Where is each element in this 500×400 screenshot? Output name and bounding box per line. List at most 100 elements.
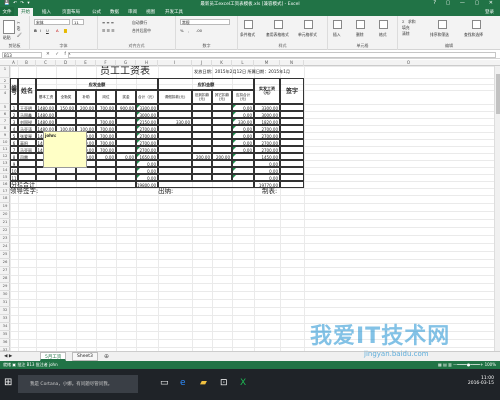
subheader[interactable]: 合计（元） bbox=[136, 90, 158, 104]
underline-button[interactable]: U bbox=[46, 28, 49, 33]
sheet-tab-may-salary[interactable]: 5月工资 bbox=[40, 352, 67, 361]
value-cell[interactable]: 1820.00 bbox=[254, 118, 280, 125]
value-cell[interactable] bbox=[116, 167, 136, 174]
sign-cell[interactable] bbox=[280, 139, 304, 146]
tab-insert[interactable]: 插入 bbox=[42, 9, 51, 15]
clear-button[interactable]: 清除 bbox=[402, 31, 410, 37]
value-cell[interactable] bbox=[116, 118, 136, 125]
value-cell[interactable] bbox=[212, 167, 232, 174]
vertical-scrollbar[interactable] bbox=[494, 66, 500, 351]
row-number-cell[interactable]: 1 bbox=[10, 104, 18, 111]
row-number-cell[interactable]: 9 bbox=[10, 160, 18, 167]
row-number-cell[interactable]: 6 bbox=[10, 139, 18, 146]
value-cell[interactable]: 330.00 bbox=[158, 118, 192, 125]
worksheet-grid[interactable]: 员工工资表 发放日期：2015年2月12日 所属日期：2015年1月 编号 姓名 应发金… bbox=[10, 66, 494, 351]
subheader[interactable]: 全勤奖 bbox=[56, 90, 76, 104]
value-cell[interactable]: 0.00 bbox=[254, 160, 280, 167]
zoom-controls[interactable]: ▦ ▤ ▥ —━━━━●━━━━+ 100% bbox=[438, 362, 496, 367]
tab-formulas[interactable]: 公式 bbox=[92, 9, 101, 15]
cortana-search-box[interactable]: 我是 Cortana，小娜。有问题尽管问我。 bbox=[18, 375, 138, 393]
value-cell[interactable] bbox=[192, 125, 212, 132]
format-painter-icon[interactable]: 🖌 bbox=[17, 32, 22, 37]
row-header[interactable]: 20 bbox=[0, 211, 10, 219]
value-cell[interactable] bbox=[36, 167, 56, 174]
row-header[interactable]: 27 bbox=[0, 267, 10, 275]
subheader[interactable]: 奖金 bbox=[116, 90, 136, 104]
sign-cell[interactable] bbox=[280, 104, 304, 111]
decimal-button[interactable]: .00 bbox=[196, 28, 202, 33]
font-size-select[interactable]: 11 bbox=[72, 19, 84, 25]
header-sign[interactable]: 签字 bbox=[280, 78, 304, 104]
value-cell[interactable] bbox=[192, 139, 212, 146]
value-cell[interactable] bbox=[116, 139, 136, 146]
row-header[interactable]: 4 bbox=[0, 90, 10, 104]
value-cell[interactable]: 2700.00 bbox=[254, 146, 280, 153]
row-header[interactable]: 25 bbox=[0, 251, 10, 259]
value-cell[interactable]: 200.00 bbox=[212, 153, 232, 160]
value-cell[interactable] bbox=[158, 153, 192, 160]
sign-cell[interactable] bbox=[280, 118, 304, 125]
conditional-format-icon[interactable] bbox=[244, 20, 253, 29]
file-explorer-icon[interactable]: ▰ bbox=[200, 378, 207, 388]
row-header[interactable]: 22 bbox=[0, 227, 10, 235]
sign-cell[interactable] bbox=[280, 167, 304, 174]
row-header[interactable]: 33 bbox=[0, 315, 10, 323]
name-cell[interactable]: 王亚明 bbox=[18, 104, 36, 111]
value-cell[interactable] bbox=[212, 132, 232, 139]
tab-home[interactable]: 开始 bbox=[18, 8, 33, 16]
row-header[interactable]: 31 bbox=[0, 299, 10, 307]
subheader[interactable]: 应扣合计(元) bbox=[232, 90, 254, 104]
value-cell[interactable] bbox=[76, 111, 96, 118]
row-header[interactable]: 19 bbox=[0, 203, 10, 211]
value-cell[interactable] bbox=[192, 104, 212, 111]
value-cell[interactable] bbox=[158, 139, 192, 146]
subtotal-pay[interactable]: 19800.00 bbox=[136, 181, 158, 188]
value-cell[interactable]: 700.00 bbox=[96, 146, 116, 153]
sort-filter-icon[interactable] bbox=[438, 20, 447, 29]
footer-cashier[interactable]: 出纳: bbox=[158, 188, 212, 195]
tab-view[interactable]: 视图 bbox=[146, 9, 155, 15]
value-cell[interactable] bbox=[192, 174, 212, 181]
subtotal-label[interactable]: 分栏合计 bbox=[10, 181, 136, 188]
font-name-select[interactable]: 宋体 bbox=[34, 19, 70, 25]
formula-input[interactable] bbox=[68, 52, 496, 58]
name-box[interactable]: B13 bbox=[2, 52, 42, 58]
copy-icon[interactable]: ⎘ bbox=[17, 26, 20, 31]
footer-maker[interactable]: 制表: bbox=[254, 188, 304, 195]
date-label[interactable]: 发放日期：2015年2月12日 所属日期：2015年1月 bbox=[194, 66, 340, 78]
number-format-select[interactable]: 常规 bbox=[180, 19, 230, 25]
row-header[interactable]: 1 bbox=[0, 66, 10, 78]
font-color-icon[interactable]: A bbox=[56, 28, 59, 33]
wrap-text-button[interactable]: 自动换行 bbox=[132, 20, 147, 26]
row-number-cell[interactable]: 2 bbox=[10, 111, 18, 118]
row-header[interactable]: 23 bbox=[0, 235, 10, 243]
value-cell[interactable] bbox=[212, 146, 232, 153]
value-cell[interactable]: 1480.00 bbox=[36, 118, 56, 125]
store-icon[interactable]: ⊡ bbox=[220, 378, 228, 388]
header-name[interactable]: 姓名 bbox=[18, 78, 36, 104]
value-cell[interactable] bbox=[56, 167, 76, 174]
tab-file[interactable]: 文件 bbox=[0, 7, 14, 16]
subheader[interactable]: 迟到扣款(元) bbox=[192, 90, 212, 104]
value-cell[interactable] bbox=[116, 160, 136, 167]
row-header[interactable]: 32 bbox=[0, 307, 10, 315]
value-cell[interactable]: 700.00 bbox=[96, 139, 116, 146]
value-cell[interactable]: 0.00 bbox=[254, 174, 280, 181]
subheader[interactable]: 请假扣款(元) bbox=[158, 90, 192, 104]
sign-cell[interactable] bbox=[280, 174, 304, 181]
value-cell[interactable] bbox=[158, 174, 192, 181]
row-header[interactable]: 30 bbox=[0, 291, 10, 299]
row-number-cell[interactable]: 8 bbox=[10, 153, 18, 160]
value-cell[interactable] bbox=[212, 104, 232, 111]
header-pay[interactable]: 应发金额 bbox=[36, 78, 158, 90]
task-view-icon[interactable]: ▭ bbox=[160, 378, 169, 388]
value-cell[interactable] bbox=[96, 160, 116, 167]
subheader[interactable]: 岗位 bbox=[96, 90, 116, 104]
value-cell[interactable] bbox=[158, 104, 192, 111]
value-cell[interactable]: 2700.00 bbox=[254, 125, 280, 132]
value-cell[interactable] bbox=[158, 111, 192, 118]
tab-data[interactable]: 数据 bbox=[110, 9, 119, 15]
value-cell[interactable]: 1480.00 bbox=[36, 111, 56, 118]
sign-cell[interactable] bbox=[280, 146, 304, 153]
excel-taskbar-icon[interactable]: X bbox=[240, 378, 246, 388]
